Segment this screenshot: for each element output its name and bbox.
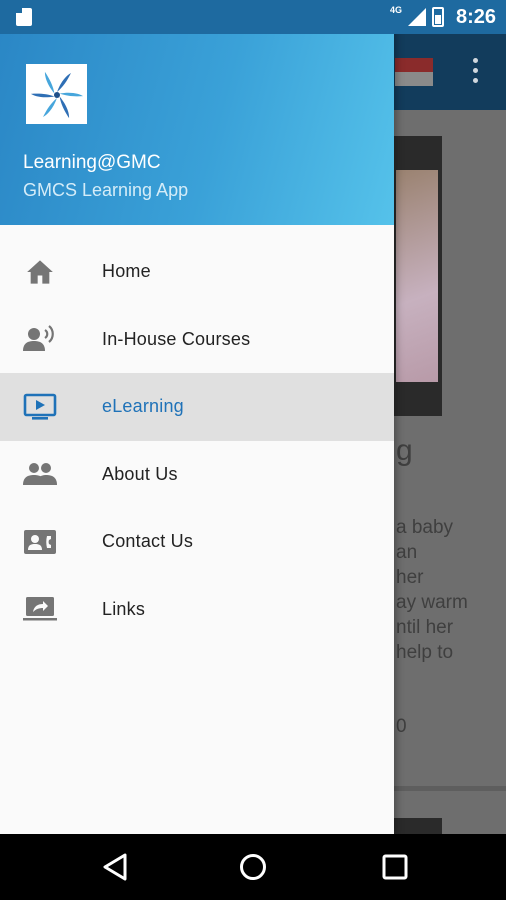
- app-name: Learning@GMC: [23, 152, 161, 173]
- flag-icon[interactable]: [395, 58, 433, 86]
- background-text-line: help to: [396, 642, 454, 663]
- drawer-item-label: Contact Us: [102, 531, 194, 552]
- background-text-line: a baby: [396, 517, 454, 538]
- clock: 8:26: [455, 5, 496, 28]
- signal-icon: [407, 8, 426, 26]
- drawer-item-home[interactable]: Home: [0, 238, 394, 306]
- drawer-menu: Home In-House Courses eLearning About Us…: [0, 238, 394, 643]
- status-icons: 4G 8:26: [390, 0, 496, 34]
- background-text-line: an: [396, 542, 418, 563]
- drawer-item-links[interactable]: Links: [0, 576, 394, 644]
- app-subtitle: GMCS Learning App: [23, 180, 189, 200]
- network-type: 4G: [389, 5, 402, 15]
- group-icon: [23, 459, 57, 489]
- drawer-item-elearning[interactable]: eLearning: [0, 373, 394, 441]
- more-options-icon[interactable]: [468, 58, 482, 88]
- recent-apps-icon[interactable]: [380, 852, 410, 882]
- speaking-person-icon: [23, 324, 57, 354]
- back-icon[interactable]: [100, 852, 130, 882]
- background-heading: g: [396, 434, 413, 467]
- background-divider: [394, 786, 506, 791]
- drawer-item-about-us[interactable]: About Us: [0, 441, 394, 509]
- drawer-item-label: eLearning: [102, 396, 184, 417]
- background-card: [394, 818, 442, 834]
- background-text-line: ntil her: [396, 617, 454, 638]
- status-bar: 4G 8:26: [0, 0, 506, 34]
- share-screen-icon: [23, 594, 57, 624]
- background-text-line: ay warm: [396, 592, 468, 613]
- drawer-item-contact-us[interactable]: Contact Us: [0, 508, 394, 576]
- drawer-item-label: Home: [102, 261, 151, 282]
- drawer-item-label: Links: [102, 598, 146, 619]
- battery-icon: [431, 7, 444, 27]
- navigation-drawer: Learning@GMC GMCS Learning App Home In-H…: [0, 0, 394, 834]
- system-navigation-bar: [0, 834, 506, 900]
- home-circle-icon[interactable]: [238, 852, 268, 882]
- video-screen-icon: [23, 392, 57, 422]
- pinwheel-logo-icon: [30, 71, 84, 119]
- app-logo: [26, 64, 87, 124]
- background-article-image: [394, 136, 442, 416]
- drawer-item-label: In-House Courses: [102, 328, 251, 349]
- sd-card-icon: [16, 8, 32, 26]
- drawer-item-label: About Us: [102, 463, 178, 484]
- contact-card-icon: [23, 527, 57, 557]
- background-text-line: her: [396, 567, 424, 588]
- background-number: 0: [396, 716, 407, 737]
- home-icon: [23, 257, 57, 287]
- drawer-item-in-house-courses[interactable]: In-House Courses: [0, 306, 394, 374]
